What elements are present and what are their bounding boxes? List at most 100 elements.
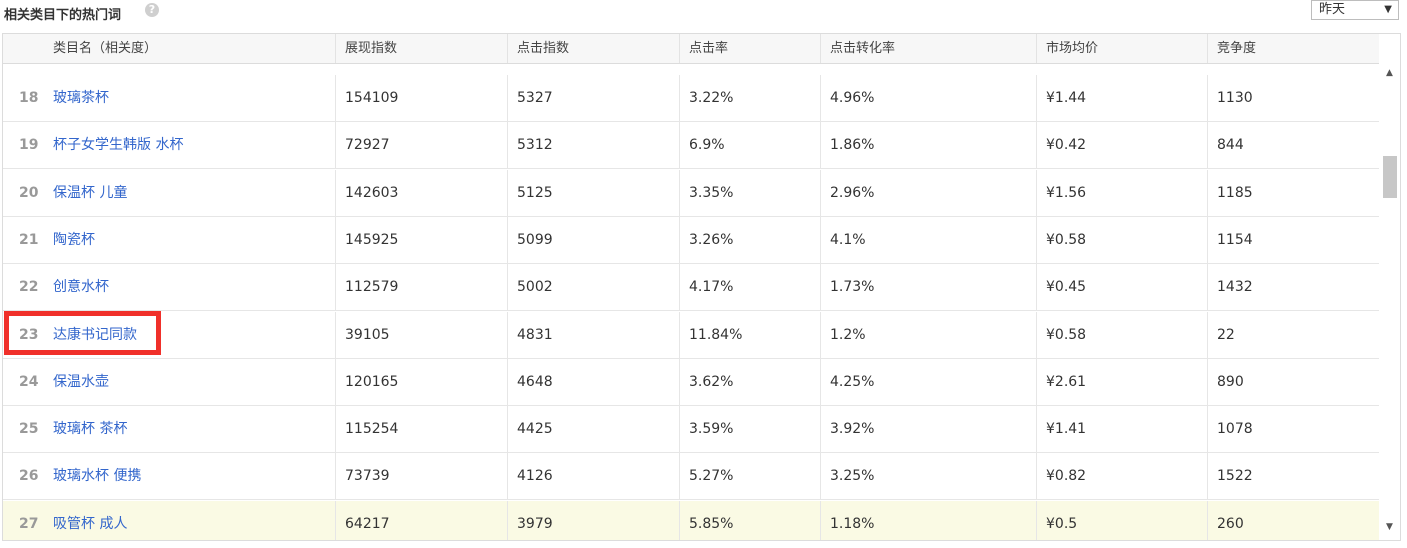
cell-impressions: 112579 [335, 264, 507, 311]
row-rank: 23 [19, 326, 39, 343]
table-row[interactable]: 25 玻璃杯 茶杯 115254 4425 3.59% 3.92% ¥1.41 1078 [3, 406, 1379, 454]
cell-price: ¥0.82 [1036, 453, 1207, 500]
column-header-impressions[interactable]: 展现指数 [335, 34, 507, 63]
cell-ctr: 11.84% [679, 311, 820, 358]
cell-competition: 1154 [1207, 216, 1379, 263]
cell-impressions: 120165 [335, 358, 507, 405]
question-icon[interactable]: ? [145, 3, 159, 17]
cell-cvr: 4.1% [820, 216, 1036, 263]
column-header-price[interactable]: 市场均价 [1036, 34, 1207, 63]
keyword-link[interactable]: 玻璃茶杯 [53, 75, 109, 121]
cell-ctr: 3.22% [679, 75, 820, 121]
cell-cvr: 2.96% [820, 169, 1036, 216]
cell-price: ¥2.61 [1036, 358, 1207, 405]
cell-price: ¥0.58 [1036, 311, 1207, 358]
cell-competition: 22 [1207, 311, 1379, 358]
cell-ctr: 5.85% [679, 500, 820, 540]
keyword-link[interactable]: 陶瓷杯 [53, 217, 95, 263]
cell-category: 21 陶瓷杯 [3, 217, 335, 263]
scroll-thumb[interactable] [1383, 156, 1397, 198]
cell-category: 19 杯子女学生韩版 水杯 [3, 122, 335, 168]
column-header-clicks[interactable]: 点击指数 [507, 34, 679, 63]
cell-ctr: 3.62% [679, 358, 820, 405]
row-rank: 24 [19, 373, 39, 390]
cell-competition: 1078 [1207, 406, 1379, 453]
cell-impressions: 115254 [335, 406, 507, 453]
table-row[interactable]: 27 吸管杯 成人 64217 3979 5.85% 1.18% ¥0.5 260 [3, 500, 1379, 540]
column-header-ctr[interactable]: 点击率 [679, 34, 820, 63]
row-rank: 27 [19, 515, 39, 532]
row-rank: 25 [19, 421, 39, 438]
keyword-link[interactable]: 创意水杯 [53, 264, 109, 310]
column-header-cvr[interactable]: 点击转化率 [820, 34, 1036, 63]
cell-competition: 1432 [1207, 264, 1379, 311]
cell-ctr: 3.26% [679, 216, 820, 263]
cell-competition: 1522 [1207, 453, 1379, 500]
cell-impressions: 39105 [335, 311, 507, 358]
cell-ctr: 6.9% [679, 122, 820, 169]
keyword-link[interactable]: 玻璃杯 茶杯 [53, 406, 127, 452]
cell-clicks: 5002 [507, 264, 679, 311]
cell-clicks: 5125 [507, 169, 679, 216]
cell-category: 22 创意水杯 [3, 264, 335, 310]
table-header: 类目名（相关度） 展现指数 点击指数 点击率 点击转化率 市场均价 竞争度 [3, 34, 1379, 64]
table-row[interactable]: 22 创意水杯 112579 5002 4.17% 1.73% ¥0.45 1432 [3, 264, 1379, 312]
cell-category: 20 保温杯 儿童 [3, 170, 335, 216]
keyword-link[interactable]: 保温水壶 [53, 359, 109, 405]
cell-ctr: 4.17% [679, 264, 820, 311]
column-header-category[interactable]: 类目名（相关度） [3, 34, 335, 63]
cell-impressions: 72927 [335, 122, 507, 169]
cell-competition: 1185 [1207, 169, 1379, 216]
cell-impressions: 142603 [335, 169, 507, 216]
cell-competition: 844 [1207, 122, 1379, 169]
table-row[interactable]: 19 杯子女学生韩版 水杯 72927 5312 6.9% 1.86% ¥0.42 844 [3, 122, 1379, 170]
keyword-link[interactable]: 保温杯 儿童 [53, 170, 127, 216]
column-header-competition[interactable]: 竞争度 [1207, 34, 1379, 63]
scroll-down-arrow-icon[interactable]: ▼ [1379, 520, 1400, 534]
cell-cvr: 4.96% [820, 75, 1036, 121]
cell-impressions: 73739 [335, 453, 507, 500]
keyword-link[interactable]: 杯子女学生韩版 水杯 [53, 122, 183, 168]
keyword-link[interactable]: 达康书记同款 [53, 312, 137, 358]
row-rank: 18 [19, 90, 39, 106]
cell-clicks: 5327 [507, 75, 679, 121]
cell-clicks: 5312 [507, 122, 679, 169]
cell-category: 18 玻璃茶杯 [3, 75, 335, 121]
row-rank: 22 [19, 279, 39, 296]
cell-category: 24 保温水壶 [3, 359, 335, 405]
table-row[interactable]: 23 达康书记同款 39105 4831 11.84% 1.2% ¥0.58 22 [3, 310, 1379, 359]
cell-category: 26 玻璃水杯 便携 [3, 453, 335, 499]
cell-price: ¥1.41 [1036, 406, 1207, 453]
table-row[interactable]: 18 玻璃茶杯 154109 5327 3.22% 4.96% ¥1.44 1130 [3, 75, 1379, 122]
table-row[interactable]: 24 保温水壶 120165 4648 3.62% 4.25% ¥2.61 890 [3, 358, 1379, 406]
cell-impressions: 145925 [335, 216, 507, 263]
cell-clicks: 4126 [507, 453, 679, 500]
cell-clicks: 4648 [507, 358, 679, 405]
vertical-scrollbar[interactable]: ▲ ▼ [1379, 64, 1400, 540]
cell-cvr: 1.73% [820, 264, 1036, 311]
cell-price: ¥0.58 [1036, 216, 1207, 263]
keyword-link[interactable]: 玻璃水杯 便携 [53, 453, 141, 499]
cell-clicks: 4831 [507, 311, 679, 358]
cell-clicks: 3979 [507, 500, 679, 540]
cell-cvr: 4.25% [820, 358, 1036, 405]
table-row[interactable]: 26 玻璃水杯 便携 73739 4126 5.27% 3.25% ¥0.82 1522 [3, 453, 1379, 501]
scroll-up-arrow-icon[interactable]: ▲ [1379, 66, 1400, 80]
keyword-link[interactable]: 吸管杯 成人 [53, 501, 127, 540]
cell-clicks: 4425 [507, 406, 679, 453]
date-select[interactable]: 昨天 ▼ [1311, 0, 1399, 20]
cell-cvr: 1.18% [820, 500, 1036, 540]
panel-header: 相关类目下的热门词 ? 昨天 ▼ [0, 0, 1407, 26]
panel-title: 相关类目下的热门词 [4, 8, 122, 23]
row-rank: 19 [19, 137, 39, 154]
cell-cvr: 3.92% [820, 406, 1036, 453]
cell-category: 23 达康书记同款 [3, 310, 335, 358]
cell-price: ¥0.42 [1036, 122, 1207, 169]
cell-competition: 260 [1207, 500, 1379, 540]
cell-category: 27 吸管杯 成人 [3, 501, 335, 540]
cell-clicks: 5099 [507, 216, 679, 263]
table-row[interactable]: 20 保温杯 儿童 142603 5125 3.35% 2.96% ¥1.56 1185 [3, 169, 1379, 217]
chevron-down-icon: ▼ [1384, 4, 1392, 15]
row-rank: 20 [19, 184, 39, 201]
table-row[interactable]: 21 陶瓷杯 145925 5099 3.26% 4.1% ¥0.58 1154 [3, 216, 1379, 264]
